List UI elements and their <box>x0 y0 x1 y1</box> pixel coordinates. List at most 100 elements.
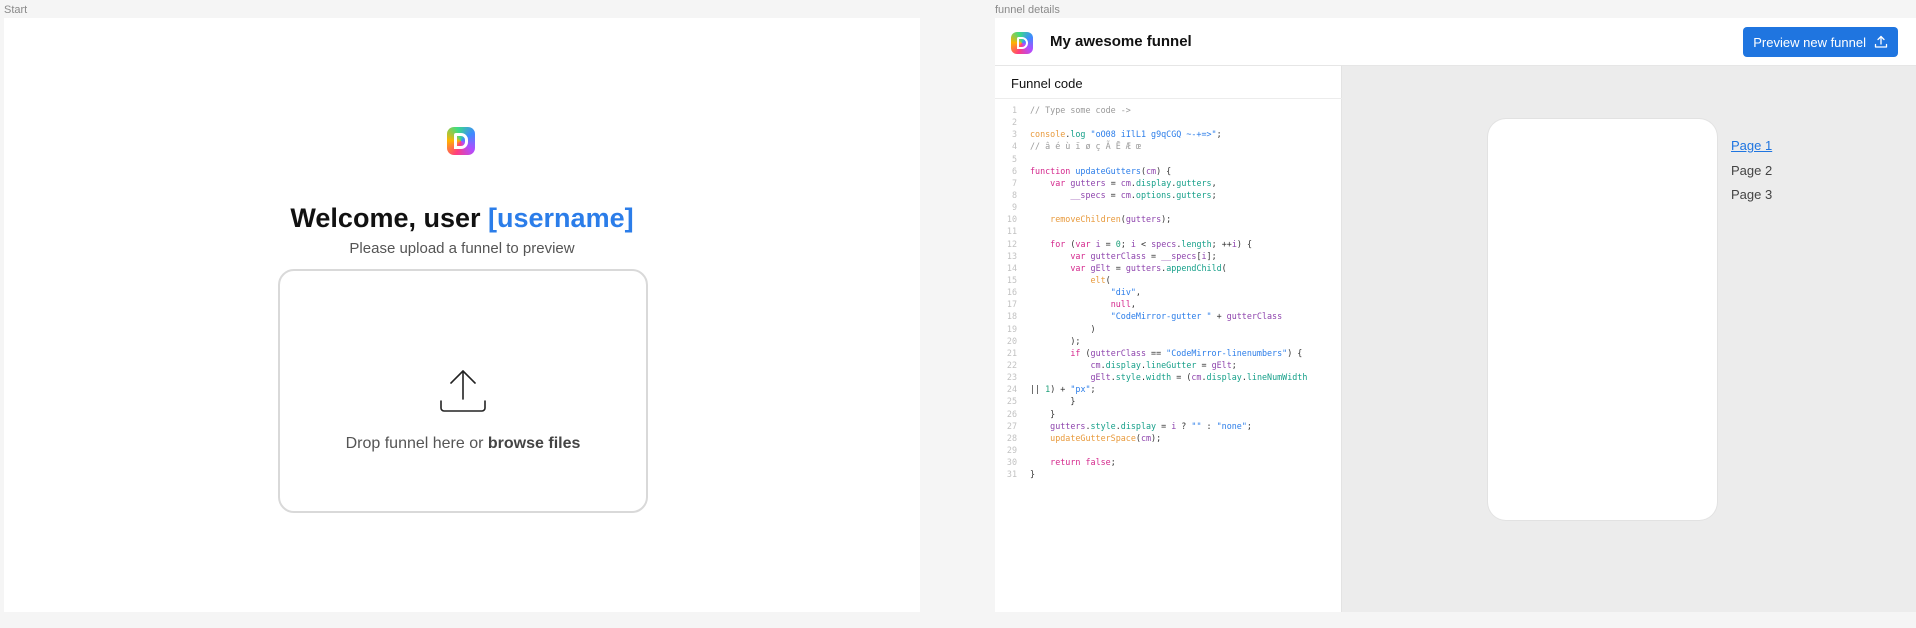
line-number: 29 <box>1006 444 1017 455</box>
code-text: "div", <box>1110 287 1141 298</box>
line-number: 27 <box>1006 420 1017 431</box>
code-editor[interactable]: 1 // Type some code -> 2 3 console.log "oO08… <box>995 104 1342 604</box>
line-number: 11 <box>1006 226 1017 237</box>
line-number: 20 <box>1006 335 1017 346</box>
code-line: 21 if (gutterClass == "CodeMirror-linenu… <box>995 347 1342 359</box>
code-text: } <box>1030 408 1056 419</box>
code-line: 15 elt( <box>995 274 1342 286</box>
code-line: 25 } <box>995 395 1342 407</box>
start-frame-label: Start <box>4 4 28 16</box>
code-line: 9 <box>995 201 1342 213</box>
code-line: 4 // â é ù ï ø ç Ã Ē Æ œ <box>995 140 1342 152</box>
browse-files-link[interactable]: browse files <box>488 435 580 452</box>
line-number: 9 <box>1011 202 1017 213</box>
code-text: console.log "oO08 iIlL1 g9qCGQ ~-+=>"; <box>1030 129 1222 140</box>
code-line: 30 return false; <box>995 456 1342 468</box>
code-line: 7 var gutters = cm.display.gutters, <box>995 177 1342 189</box>
code-text: } <box>1030 396 1076 407</box>
welcome-prefix: Welcome, user <box>290 203 481 233</box>
code-text: var gutters = cm.display.gutters, <box>1050 177 1217 188</box>
line-number: 5 <box>1011 153 1017 164</box>
upload-icon <box>1874 35 1888 48</box>
code-line: 22 cm.display.lineGutter = gElt; <box>995 359 1342 371</box>
dropzone-prefix: Drop funnel here or <box>345 435 488 452</box>
code-text: removeChildren(gutters); <box>1050 214 1172 225</box>
line-number: 17 <box>1006 299 1017 310</box>
line-number: 19 <box>1006 323 1017 334</box>
code-text: return false; <box>1050 457 1116 468</box>
code-line: 12 for (var i = 0; i < specs.length; ++i… <box>995 238 1342 250</box>
code-line: 3 console.log "oO08 iIlL1 g9qCGQ ~-+=>"; <box>995 128 1342 140</box>
code-text: // â é ù ï ø ç Ã Ē Æ œ <box>1030 141 1141 152</box>
line-number: 4 <box>1011 141 1017 152</box>
line-number: 6 <box>1011 165 1017 176</box>
code-text: ) <box>1030 323 1096 334</box>
code-panel: Funnel code 1 // Type some code -> 2 3 conso… <box>995 66 1342 612</box>
page-link-1[interactable]: Page 1 <box>1731 138 1772 163</box>
phone-preview <box>1488 119 1717 520</box>
line-number: 3 <box>1011 129 1017 140</box>
code-text: // Type some code -> <box>1030 105 1131 115</box>
code-line: 1 // Type some code -> <box>995 104 1342 116</box>
code-line: 11 <box>995 225 1342 237</box>
username-placeholder: [username] <box>488 203 634 233</box>
code-line: 24 || 1) + "px"; <box>995 383 1342 395</box>
page-list: Page 1 Page 2 Page 3 <box>1731 138 1772 212</box>
code-text: null, <box>1110 299 1136 310</box>
preview-area: Page 1 Page 2 Page 3 <box>1342 66 1916 612</box>
page-link-3[interactable]: Page 3 <box>1731 187 1772 212</box>
line-number: 30 <box>1006 457 1017 468</box>
divider <box>995 98 1342 99</box>
line-number: 2 <box>1011 117 1017 128</box>
welcome-heading: Welcome, user [username] <box>4 203 920 234</box>
line-number: 22 <box>1006 359 1017 370</box>
code-text: function updateGutters(cm) { <box>1030 165 1172 176</box>
code-line: 5 <box>995 153 1342 165</box>
code-line: 6 function updateGutters(cm) { <box>995 165 1342 177</box>
line-number: 24 <box>1006 384 1017 395</box>
code-text: } <box>1030 469 1036 480</box>
code-line: 8 __specs = cm.options.gutters; <box>995 189 1342 201</box>
code-text: for (var i = 0; i < specs.length; ++i) { <box>1050 238 1252 249</box>
code-text: var gutterClass = __specs[i]; <box>1070 250 1217 261</box>
code-text: ); <box>1030 335 1081 346</box>
line-number: 31 <box>1006 469 1017 480</box>
funnel-dropzone[interactable]: Drop funnel here or browse files <box>278 269 648 513</box>
line-number: 26 <box>1006 408 1017 419</box>
page-link-2[interactable]: Page 2 <box>1731 163 1772 188</box>
upload-arrow-icon <box>440 370 486 412</box>
code-line: 29 <box>995 444 1342 456</box>
line-number: 16 <box>1006 287 1017 298</box>
code-text: "CodeMirror-gutter " + gutterClass <box>1110 311 1283 322</box>
line-number: 10 <box>1006 214 1017 225</box>
code-line: 28 updateGutterSpace(cm); <box>995 432 1342 444</box>
line-number: 8 <box>1011 189 1017 200</box>
line-number: 15 <box>1006 274 1017 285</box>
code-line: 2 <box>995 116 1342 128</box>
code-line: 13 var gutterClass = __specs[i]; <box>995 250 1342 262</box>
code-text: updateGutterSpace(cm); <box>1050 432 1162 443</box>
preview-new-funnel-button[interactable]: Preview new funnel <box>1743 27 1898 57</box>
details-frame: My awesome funnel Preview new funnel Fun… <box>995 18 1916 612</box>
line-number: 25 <box>1006 396 1017 407</box>
code-line: 26 } <box>995 408 1342 420</box>
code-line: 17 null, <box>995 298 1342 310</box>
line-number: 1 <box>1011 105 1017 115</box>
code-text: || 1) + "px"; <box>1030 384 1096 395</box>
start-frame: Welcome, user [username] Please upload a… <box>4 18 920 612</box>
preview-button-label: Preview new funnel <box>1753 34 1866 50</box>
code-text: elt( <box>1090 274 1111 285</box>
app-logo-icon <box>447 127 475 155</box>
welcome-subtitle: Please upload a funnel to preview <box>349 240 575 257</box>
code-line: 20 ); <box>995 335 1342 347</box>
code-panel-title: Funnel code <box>1011 76 1083 91</box>
code-text: gutters.style.display = i ? "" : "none"; <box>1050 420 1252 431</box>
details-header: My awesome funnel Preview new funnel <box>995 18 1916 66</box>
app-logo-icon <box>1011 32 1033 54</box>
code-text: var gElt = gutters.appendChild( <box>1070 262 1227 273</box>
code-line: 10 removeChildren(gutters); <box>995 213 1342 225</box>
code-text: cm.display.lineGutter = gElt; <box>1090 359 1237 370</box>
details-frame-label: funnel details <box>995 4 1060 16</box>
code-line: 19 ) <box>995 323 1342 335</box>
line-number: 7 <box>1011 177 1017 188</box>
